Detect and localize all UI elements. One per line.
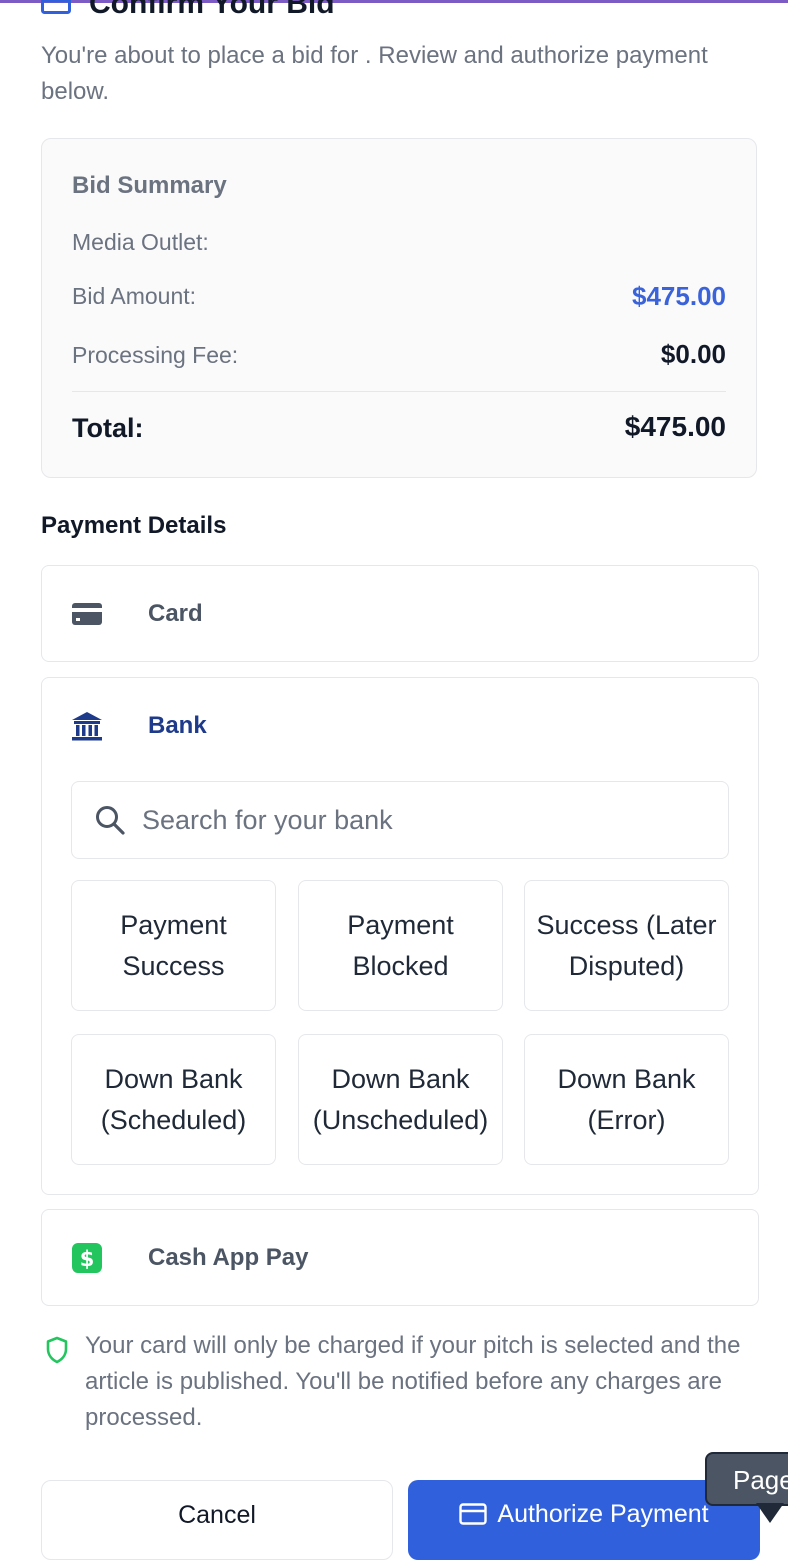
- bank-tile-payment-success[interactable]: Payment Success: [71, 880, 276, 1011]
- dialog-subtitle: You're about to place a bid for . Review…: [41, 42, 708, 105]
- total-label: Total:: [72, 413, 144, 443]
- bank-tile-down-bank-scheduled[interactable]: Down Bank (Scheduled): [71, 1034, 276, 1165]
- payment-option-label: Bank: [148, 712, 207, 739]
- page-tooltip-tail: [756, 1503, 784, 1523]
- cash-app-icon: $: [70, 1241, 104, 1275]
- bank-tile-down-bank-error[interactable]: Down Bank (Error): [524, 1034, 729, 1165]
- payment-option-bank[interactable]: Bank Payment Success Payment Blocked Suc…: [41, 677, 759, 1195]
- payment-option-card[interactable]: Card: [41, 565, 759, 662]
- processing-fee-value: $0.00: [660, 339, 726, 369]
- bank-search-box[interactable]: [71, 781, 729, 859]
- payment-option-label: Card: [148, 600, 203, 627]
- credit-card-icon: [459, 1503, 488, 1525]
- shield-icon: [46, 1336, 68, 1364]
- payment-option-cash-app[interactable]: $ Cash App Pay: [41, 1209, 759, 1306]
- bank-tile-success-later-disputed[interactable]: Success (Later Disputed): [524, 880, 729, 1011]
- processing-fee-label: Processing Fee:: [72, 342, 239, 368]
- charge-notice-text: Your card will only be charged if your p…: [85, 1332, 741, 1431]
- total-value: $475.00: [624, 411, 726, 442]
- cancel-button[interactable]: Cancel: [41, 1480, 393, 1560]
- dialog-header: Confirm Your Bid: [41, 0, 335, 24]
- authorize-payment-label: Authorize Payment: [497, 1500, 709, 1528]
- bid-amount-value: $475.00: [632, 281, 726, 311]
- svg-text:$: $: [80, 1247, 95, 1271]
- bid-summary-title: Bid Summary: [72, 172, 227, 199]
- media-outlet-label: Media Outlet:: [72, 229, 209, 255]
- bid-summary-card: Bid Summary Media Outlet: Bid Amount: $4…: [41, 138, 757, 478]
- credit-card-icon: [41, 0, 71, 14]
- payment-option-label: Cash App Pay: [148, 1244, 309, 1271]
- page-tooltip: Page: [705, 1452, 788, 1506]
- dialog-title: Confirm Your Bid: [89, 0, 335, 20]
- search-icon: [96, 806, 125, 835]
- bank-tile-down-bank-unscheduled[interactable]: Down Bank (Unscheduled): [298, 1034, 503, 1165]
- payment-details-title: Payment Details: [41, 512, 227, 539]
- bid-amount-label: Bid Amount:: [72, 283, 197, 309]
- bank-tile-payment-blocked[interactable]: Payment Blocked: [298, 880, 503, 1011]
- summary-divider: [72, 391, 726, 392]
- bank-search-input[interactable]: [140, 803, 704, 837]
- credit-card-icon: [70, 597, 104, 631]
- bank-icon: [70, 709, 104, 743]
